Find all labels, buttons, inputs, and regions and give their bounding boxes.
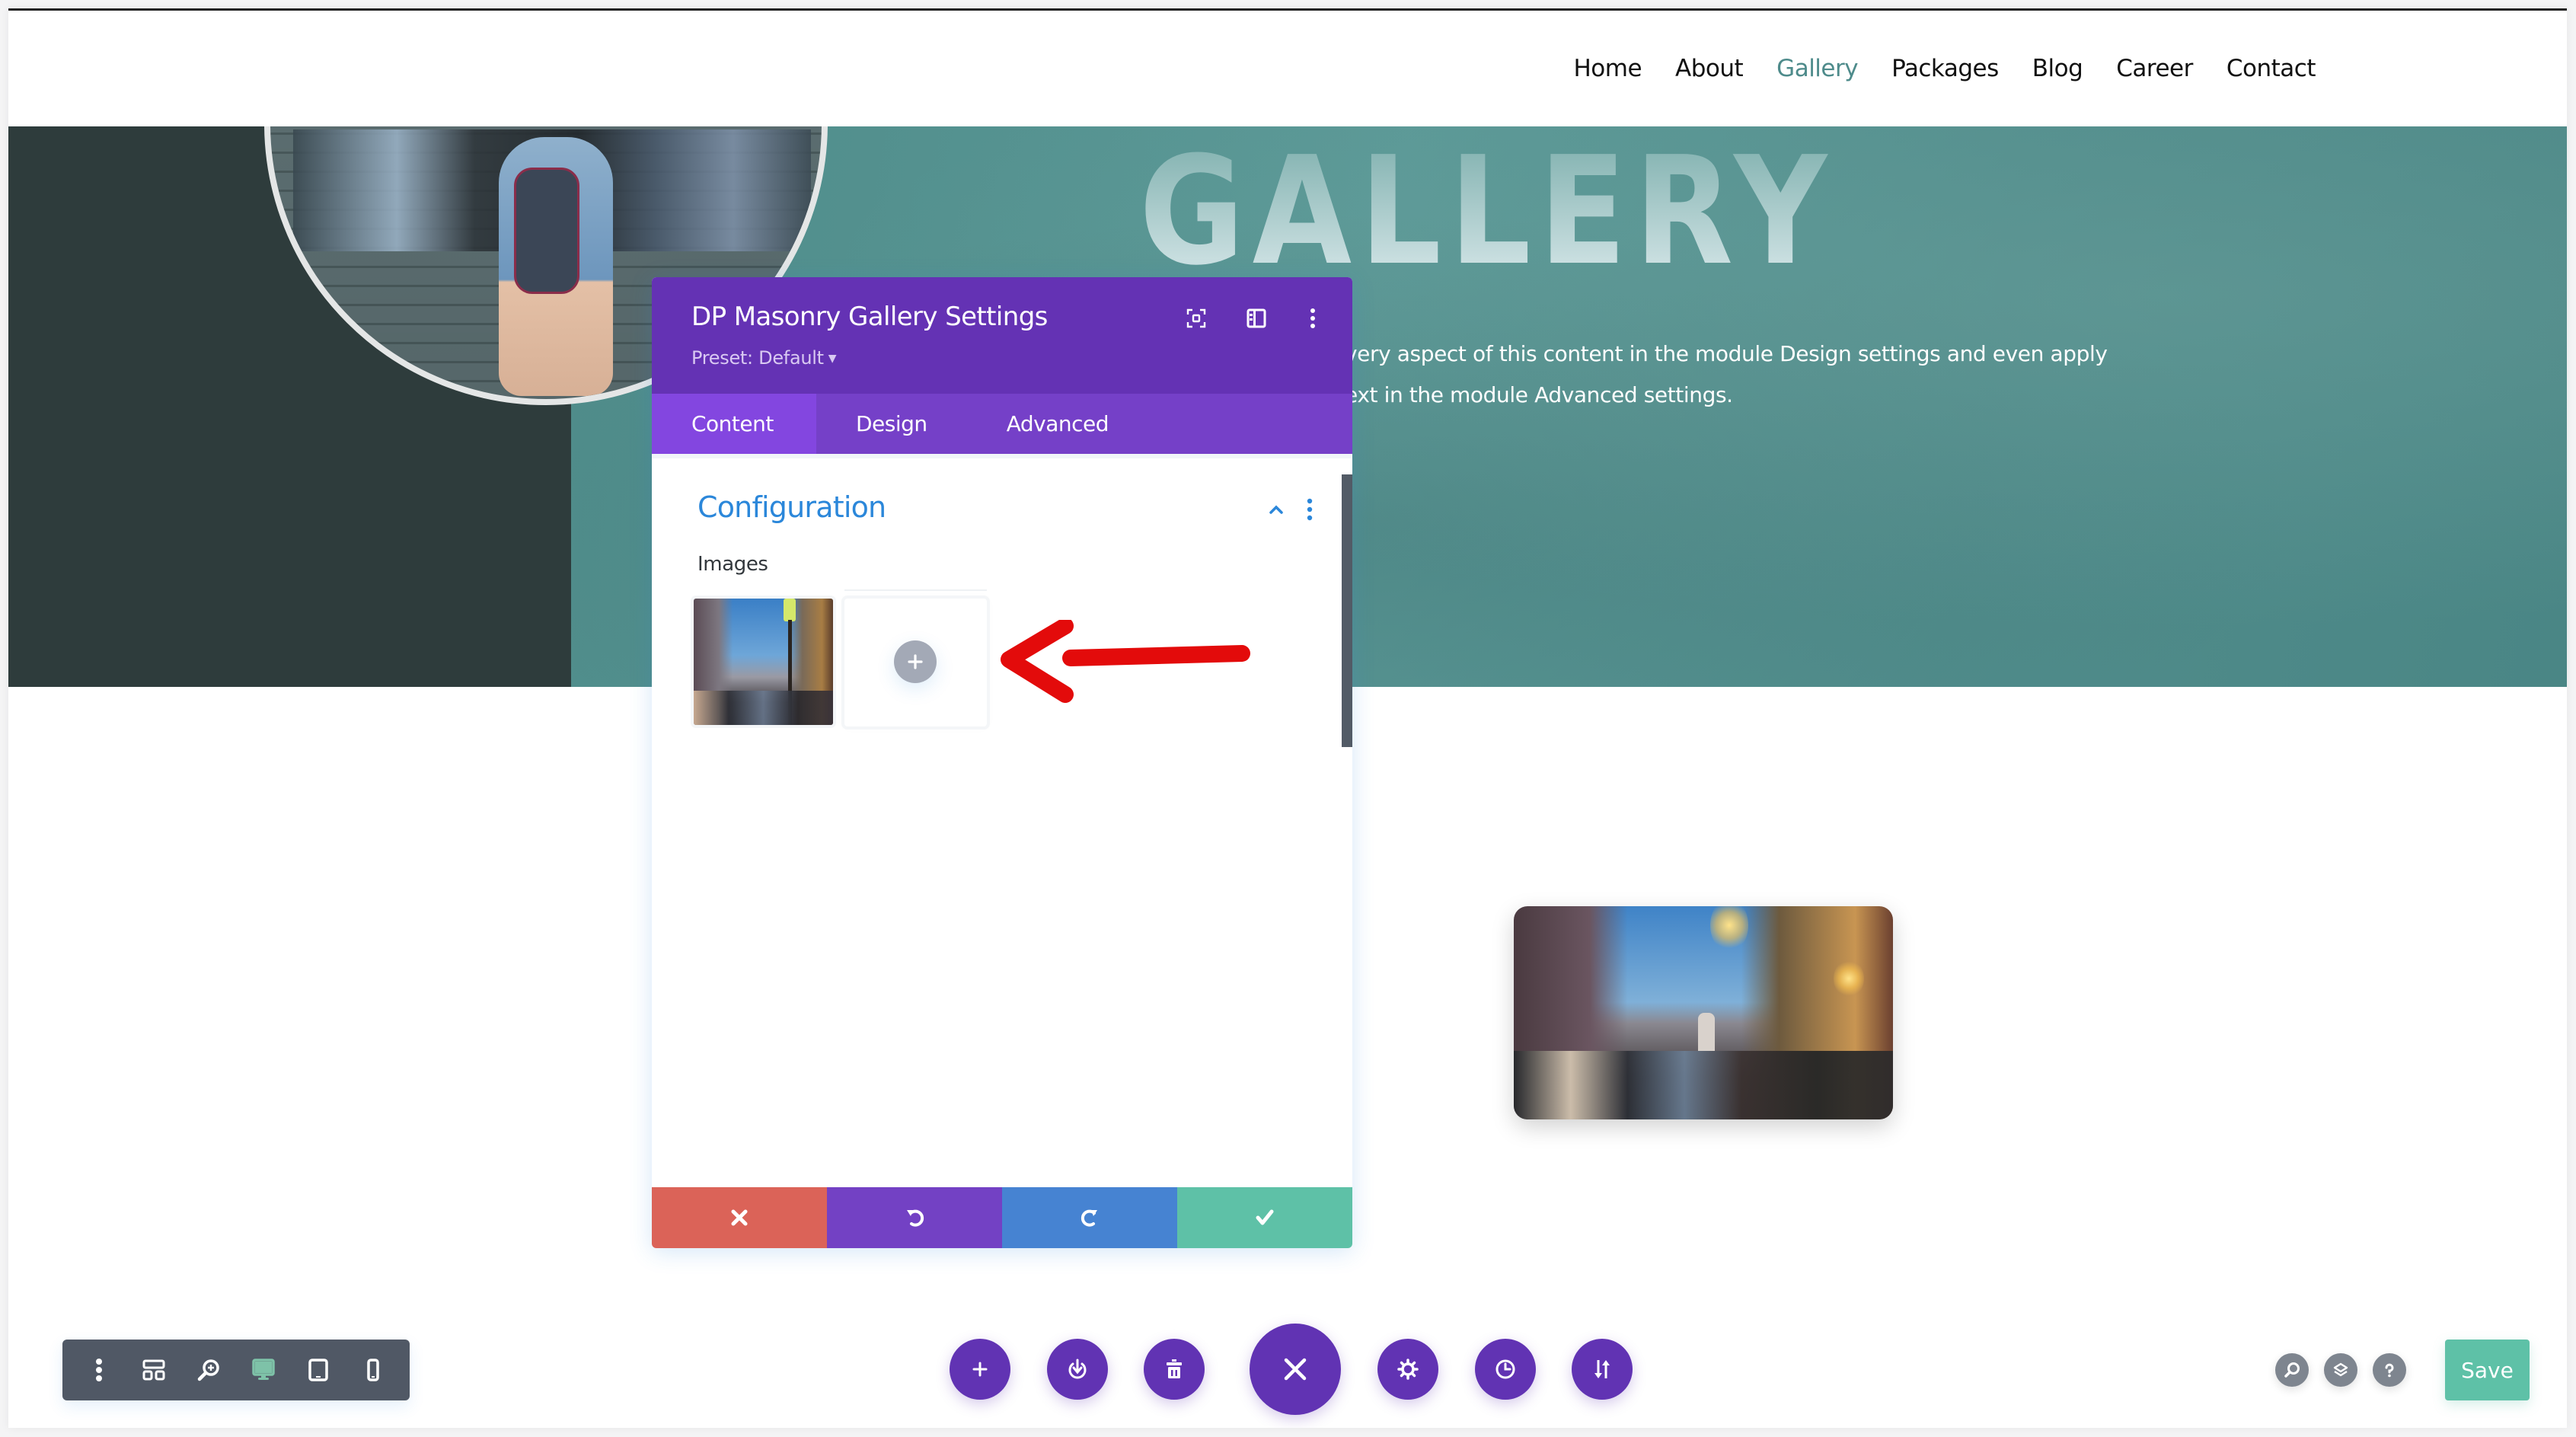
site-header: Home About Gallery Packages Blog Career … <box>8 11 2567 126</box>
trash-icon <box>1167 1359 1182 1378</box>
portability-button[interactable] <box>1047 1339 1108 1400</box>
tab-content[interactable]: Content <box>652 394 816 454</box>
tab-advanced[interactable]: Advanced <box>967 394 1148 454</box>
thumb-people <box>694 691 833 725</box>
gallery-image-thumbnail[interactable] <box>694 599 833 725</box>
sidebar-layout-icon[interactable] <box>1241 303 1272 334</box>
nav-item-home[interactable]: Home <box>1573 55 1642 82</box>
section-title-configuration[interactable]: Configuration <box>697 490 886 524</box>
caret-down-icon: ▼ <box>828 353 837 365</box>
zoom-icon[interactable] <box>190 1352 227 1388</box>
close-icon <box>1284 1358 1307 1381</box>
image-backpack <box>514 168 579 294</box>
nav-item-career[interactable]: Career <box>2116 55 2193 82</box>
history-button[interactable] <box>1475 1339 1536 1400</box>
nav-item-blog[interactable]: Blog <box>2032 55 2083 82</box>
nav-item-packages[interactable]: Packages <box>1891 55 1999 82</box>
tab-design[interactable]: Design <box>816 394 967 454</box>
thumb-lamp <box>784 599 796 621</box>
hero-text-line-2: ext in the module Advanced settings. <box>1345 382 1733 407</box>
help-button[interactable] <box>2373 1353 2406 1387</box>
save-page-button[interactable]: Save <box>2445 1340 2530 1400</box>
search-button[interactable] <box>2275 1353 2309 1387</box>
plus-icon <box>972 1362 988 1377</box>
plus-icon <box>908 654 923 669</box>
tablet-icon[interactable] <box>300 1352 337 1388</box>
desktop-icon[interactable] <box>245 1352 282 1388</box>
redo-button[interactable] <box>1002 1187 1177 1248</box>
add-image-card[interactable] <box>844 599 987 726</box>
add-card-divider <box>844 589 987 591</box>
preset-dropdown[interactable]: Preset: Default ▼ <box>691 347 837 369</box>
panel-footer <box>652 1187 1352 1248</box>
panel-title: DP Masonry Gallery Settings <box>691 302 1048 332</box>
search-icon <box>2284 1362 2300 1378</box>
undo-icon <box>907 1209 924 1227</box>
section-more-icon[interactable] <box>1304 497 1316 522</box>
check-icon <box>1256 1209 1274 1225</box>
module-settings-panel: DP Masonry Gallery Settings Preset: Defa… <box>652 277 1352 1248</box>
save-changes-button[interactable] <box>1177 1187 1352 1248</box>
image-people <box>1514 1051 1893 1119</box>
add-image-button[interactable] <box>894 640 937 683</box>
tab-divider <box>652 454 1352 458</box>
expand-icon[interactable] <box>1181 303 1211 334</box>
layers-icon <box>2333 1362 2348 1377</box>
hero-title: GALLERY <box>1139 126 1835 299</box>
more-vertical-icon[interactable] <box>1298 303 1328 334</box>
panel-scrollbar[interactable] <box>1342 474 1352 747</box>
close-builder-button[interactable] <box>1250 1324 1341 1415</box>
redo-icon <box>1081 1209 1097 1227</box>
discard-icon <box>731 1209 748 1226</box>
phone-icon[interactable] <box>355 1352 391 1388</box>
view-mode-toolbar <box>62 1340 410 1400</box>
main-nav: Home About Gallery Packages Blog Career … <box>1540 55 2316 82</box>
sort-icon <box>1594 1360 1610 1378</box>
clear-layout-button[interactable] <box>1144 1339 1205 1400</box>
nav-item-gallery[interactable]: Gallery <box>1776 55 1858 82</box>
layers-button[interactable] <box>2324 1353 2357 1387</box>
page-settings-button[interactable] <box>1377 1339 1438 1400</box>
nav-item-contact[interactable]: Contact <box>2226 55 2316 82</box>
power-icon <box>1068 1359 1087 1379</box>
panel-header: DP Masonry Gallery Settings Preset: Defa… <box>652 277 1352 394</box>
page-canvas: Home About Gallery Packages Blog Career … <box>8 8 2567 1428</box>
chevron-up-icon[interactable] <box>1265 498 1288 521</box>
gear-icon <box>1397 1359 1419 1380</box>
hero-description: very aspect of this content in the modul… <box>1345 334 2182 416</box>
preset-label: Preset: Default <box>691 347 824 369</box>
panel-tabs: Content Design Advanced <box>652 394 1352 454</box>
gallery-preview-image[interactable] <box>1514 906 1893 1119</box>
annotation-arrow-icon <box>1001 620 1250 703</box>
discard-button[interactable] <box>652 1187 827 1248</box>
lamp-light <box>1834 960 1864 998</box>
responsive-sort-button[interactable] <box>1572 1339 1633 1400</box>
lamp-light <box>1710 906 1748 952</box>
nav-item-about[interactable]: About <box>1675 55 1744 82</box>
more-vertical-icon[interactable] <box>81 1352 117 1388</box>
history-icon <box>1495 1359 1515 1379</box>
wireframe-icon[interactable] <box>136 1352 172 1388</box>
images-field-label: Images <box>697 553 768 576</box>
hero-text-line-1: very aspect of this content in the modul… <box>1345 341 2108 366</box>
help-icon <box>2385 1363 2394 1378</box>
image-tower <box>1698 1013 1715 1051</box>
add-section-button[interactable] <box>950 1339 1010 1400</box>
undo-button[interactable] <box>827 1187 1002 1248</box>
